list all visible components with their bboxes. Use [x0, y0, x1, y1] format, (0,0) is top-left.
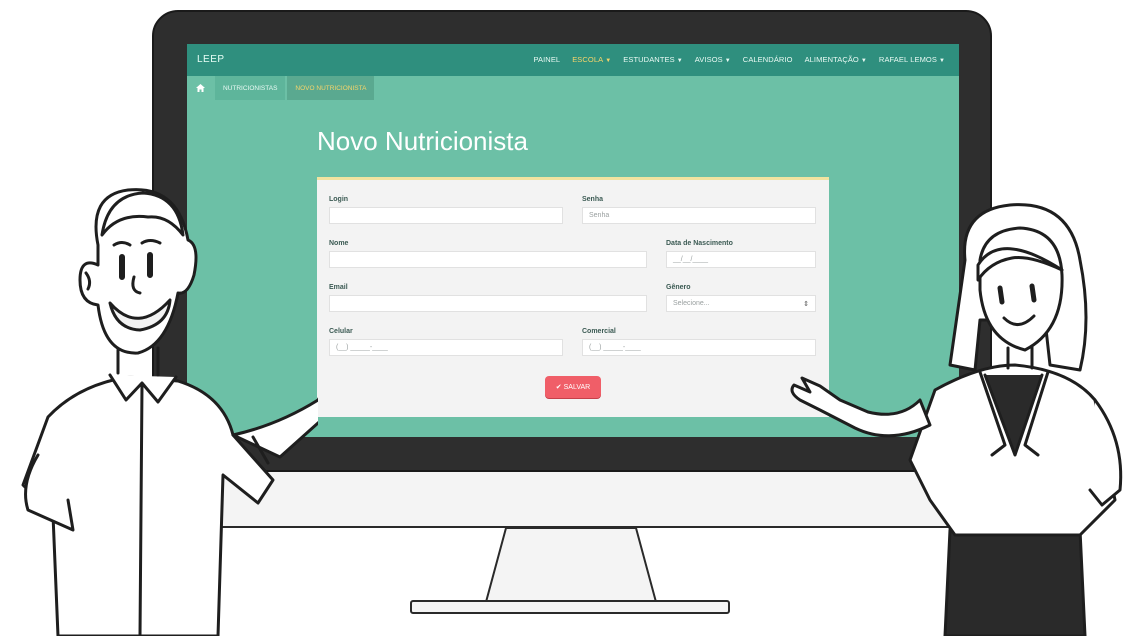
login-input[interactable] [329, 207, 563, 224]
celular-input[interactable]: (__) _____-____ [329, 339, 563, 356]
login-group: Login [329, 196, 563, 224]
nav-menu: PAINEL ESCOLA ▼ ESTUDANTES ▼ AVISOS ▼ CALEN… [533, 55, 945, 64]
nome-input[interactable] [329, 251, 647, 268]
illustration-stage: LEEP PAINEL ESCOLA ▼ ESTUDANTES ▼ AVISOS ▼ … [0, 0, 1144, 636]
page-title: Novo Nutricionista [317, 126, 528, 156]
email-input[interactable] [329, 295, 647, 312]
genero-selected-value: Selecione... [673, 300, 710, 307]
nav-item-avisos[interactable]: AVISOS ▼ [695, 55, 731, 64]
caret-down-icon: ▼ [860, 58, 867, 64]
login-label: Login [329, 196, 349, 203]
save-button[interactable]: ✔ SALVAR [545, 376, 601, 398]
email-label: Email [329, 284, 348, 291]
man-illustration [21, 188, 318, 636]
nav-item-painel[interactable]: PAINEL [533, 55, 560, 64]
breadcrumb-nutricionistas[interactable]: NUTRICIONISTAS [215, 76, 286, 100]
caret-down-icon: ▼ [724, 58, 731, 64]
top-navbar: LEEP PAINEL ESCOLA ▼ ESTUDANTES ▼ AVISOS ▼ … [187, 44, 959, 76]
monitor-base [410, 600, 730, 614]
caret-down-icon: ▼ [938, 58, 945, 64]
breadcrumb-novo-nutricionista: NOVO NUTRICIONISTA [287, 76, 375, 100]
nav-item-escola[interactable]: ESCOLA ▼ [572, 55, 611, 64]
nav-item-calendario[interactable]: CALENDÁRIO [743, 55, 793, 64]
nutricionista-form: Login Senha Senha Nome Data de Nasciment… [317, 177, 829, 417]
save-button-label: SALVAR [563, 383, 591, 391]
celular-group: Celular (__) _____-____ [329, 328, 563, 356]
brand-logo[interactable]: LEEP [197, 54, 225, 65]
caret-down-icon: ▼ [676, 58, 683, 64]
celular-label: Celular [329, 328, 353, 335]
nav-item-alimentacao[interactable]: ALIMENTAÇÃO ▼ [805, 55, 867, 64]
monitor-stand [484, 528, 658, 603]
check-icon: ✔ [555, 384, 562, 391]
home-icon[interactable] [187, 76, 213, 100]
nav-item-estudantes[interactable]: ESTUDANTES ▼ [623, 55, 682, 64]
breadcrumb: NUTRICIONISTAS NOVO NUTRICIONISTA [187, 76, 375, 100]
caret-down-icon: ▼ [605, 58, 612, 64]
email-group: Email [329, 284, 647, 312]
nome-group: Nome [329, 240, 647, 268]
nav-item-user-menu[interactable]: RAFAEL LEMOS ▼ [879, 55, 945, 64]
woman-illustration [790, 203, 1123, 636]
nome-label: Nome [329, 240, 349, 247]
